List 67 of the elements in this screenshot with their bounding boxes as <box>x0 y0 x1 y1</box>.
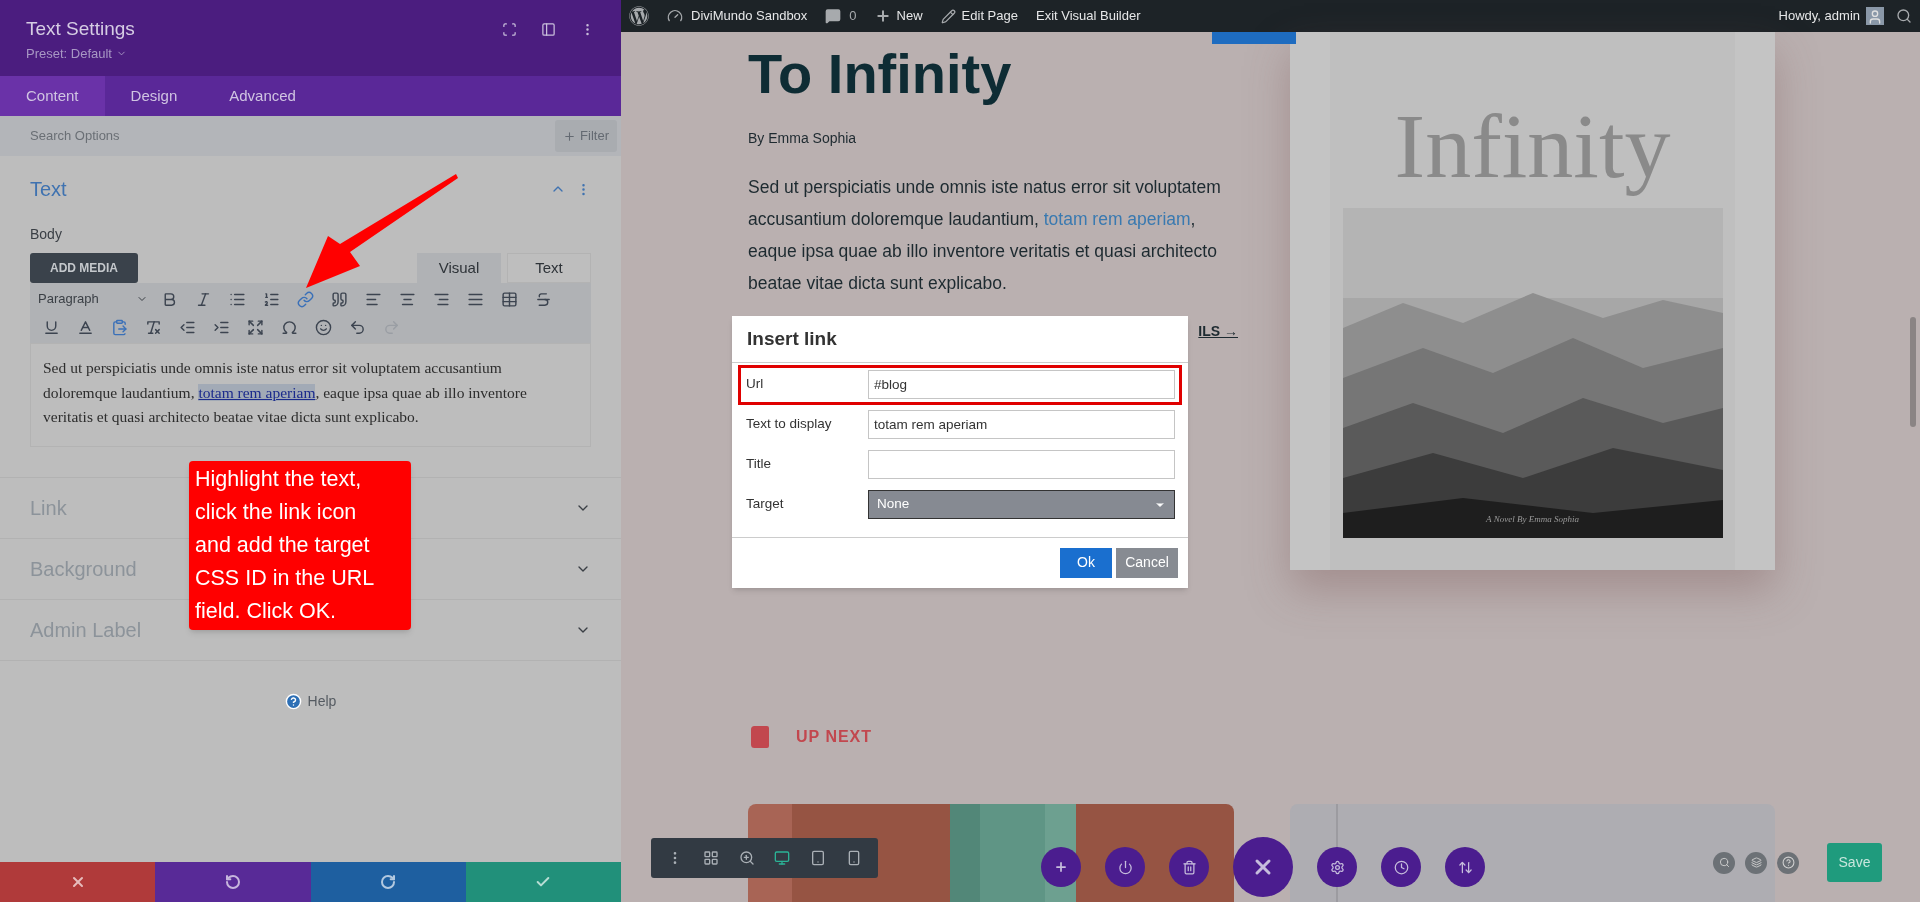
input-field[interactable] <box>868 450 1175 479</box>
annotation-note: Highlight the text, click the link icon and add the target CSS ID in the URL field. Click OK. <box>189 461 411 630</box>
help-icon <box>284 692 302 710</box>
search-field[interactable]: Search Options <box>30 126 330 146</box>
help-icon <box>1781 856 1795 869</box>
field-label: Body <box>30 225 63 244</box>
search-icon[interactable] <box>1896 8 1912 24</box>
text-link[interactable]: totam rem aperiam <box>198 383 316 401</box>
field-label: Url <box>745 375 765 394</box>
logo-icon[interactable] <box>629 6 649 26</box>
panel-tab[interactable]: Content <box>0 76 105 116</box>
article-title: To Infinity <box>748 42 1013 106</box>
avatar-icon <box>1867 9 1883 25</box>
trash-icon <box>1181 859 1197 875</box>
zoom-icon[interactable] <box>738 850 755 866</box>
layers-icon <box>1750 857 1762 868</box>
comments-link[interactable]: 0 <box>825 6 857 26</box>
input-field[interactable]: totam rem aperiam <box>868 410 1175 439</box>
article-paragraph: Sed ut perspiciatis unde omnis iste natus error sit voluptatem accusantium doloremque laudantium, totam rem aperiam, eaque ipsa quae ab illo inventore veritatis et quasi architecto beatae vitae dicta sunt explicabo. <box>748 176 1222 295</box>
panel-title: Text Settings <box>26 17 135 41</box>
add-media-button[interactable]: ADD MEDIA <box>30 253 138 283</box>
format-dropdown[interactable]: Paragraph <box>38 289 148 309</box>
edit-page-link[interactable]: Edit Page <box>940 6 1018 26</box>
help-button[interactable] <box>1777 851 1799 874</box>
exit-builder-link[interactable]: Exit Visual Builder <box>1036 6 1141 26</box>
sort-icon <box>1457 859 1473 875</box>
cover-caption: A Novel By Emma Sophia <box>1485 512 1580 526</box>
wireframe-icon[interactable] <box>702 850 719 866</box>
layout-icon[interactable] <box>541 22 556 37</box>
input-field[interactable]: #blog <box>868 370 1175 399</box>
search-icon <box>1718 857 1730 868</box>
scrollbar[interactable] <box>1910 317 1916 427</box>
editor-tab[interactable]: Text <box>507 253 591 283</box>
help-link[interactable]: Help <box>284 690 337 712</box>
editor-tab[interactable]: Visual <box>417 253 501 283</box>
section-heading: UP NEXT <box>796 727 873 747</box>
power-icon <box>1117 859 1133 875</box>
preset-dropdown[interactable]: Preset: Default <box>26 44 135 64</box>
book-icon <box>748 725 772 749</box>
desktop-view-icon[interactable] <box>774 850 791 866</box>
plus-icon <box>1054 860 1068 874</box>
dashboard-icon <box>667 8 683 24</box>
redo-icon <box>380 874 397 890</box>
field-label: Target <box>745 495 785 514</box>
target-select[interactable]: None <box>868 490 1175 519</box>
field-label: Text to display <box>745 415 833 434</box>
cancel-button[interactable]: Cancel <box>1116 547 1178 578</box>
account-menu[interactable]: Howdy, admin <box>1778 6 1884 26</box>
tablet-view-icon[interactable] <box>810 850 827 866</box>
plus-icon <box>563 129 577 143</box>
undo-icon <box>224 874 241 890</box>
panel-tab[interactable]: Design <box>104 76 204 116</box>
dialog-title: Insert link <box>732 316 1188 363</box>
site-link[interactable]: DiviMundo Sandbox <box>667 6 808 26</box>
clock-icon <box>1393 859 1409 875</box>
ok-button[interactable]: Ok <box>1060 547 1112 578</box>
field-label: Title <box>745 455 772 474</box>
plus-icon <box>874 8 891 24</box>
expand-icon[interactable] <box>502 22 517 37</box>
settings-icon <box>1329 859 1345 875</box>
panel-tab[interactable]: Advanced <box>203 76 322 116</box>
byline: By Emma Sophia <box>748 129 858 148</box>
more-link[interactable]: ILS → <box>1198 321 1238 342</box>
new-link[interactable]: New <box>874 6 923 26</box>
pencil-icon <box>940 8 956 24</box>
close-button[interactable] <box>1233 837 1293 897</box>
comment-icon <box>825 8 842 24</box>
